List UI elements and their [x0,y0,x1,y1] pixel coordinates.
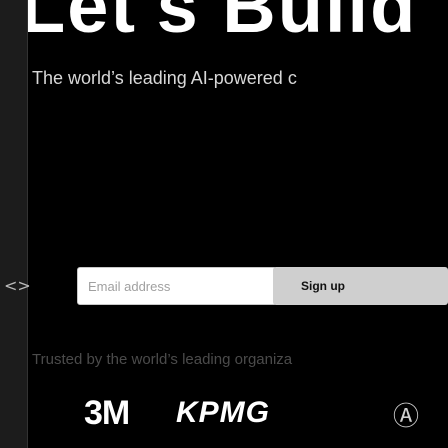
code-icon[interactable]: <> [4,276,31,295]
signup-button[interactable]: Sign up [273,267,448,305]
hero-heading: Let's Build [28,0,418,48]
hero-heading-clip: Let's Build [28,0,448,56]
logo-seal: Ⓐ [393,401,420,431]
logo-kpmg: KPMG [176,396,270,429]
sidebar-divider [27,0,28,448]
hero-subtitle: The world’s leading AI-powered c [32,68,297,88]
trusted-by-text: Trusted by the world’s leading organiza [32,351,293,368]
sidebar [0,0,27,448]
email-input[interactable] [77,267,277,305]
signup-form: Sign up [28,257,448,316]
logo-3m: 3M [84,394,130,432]
